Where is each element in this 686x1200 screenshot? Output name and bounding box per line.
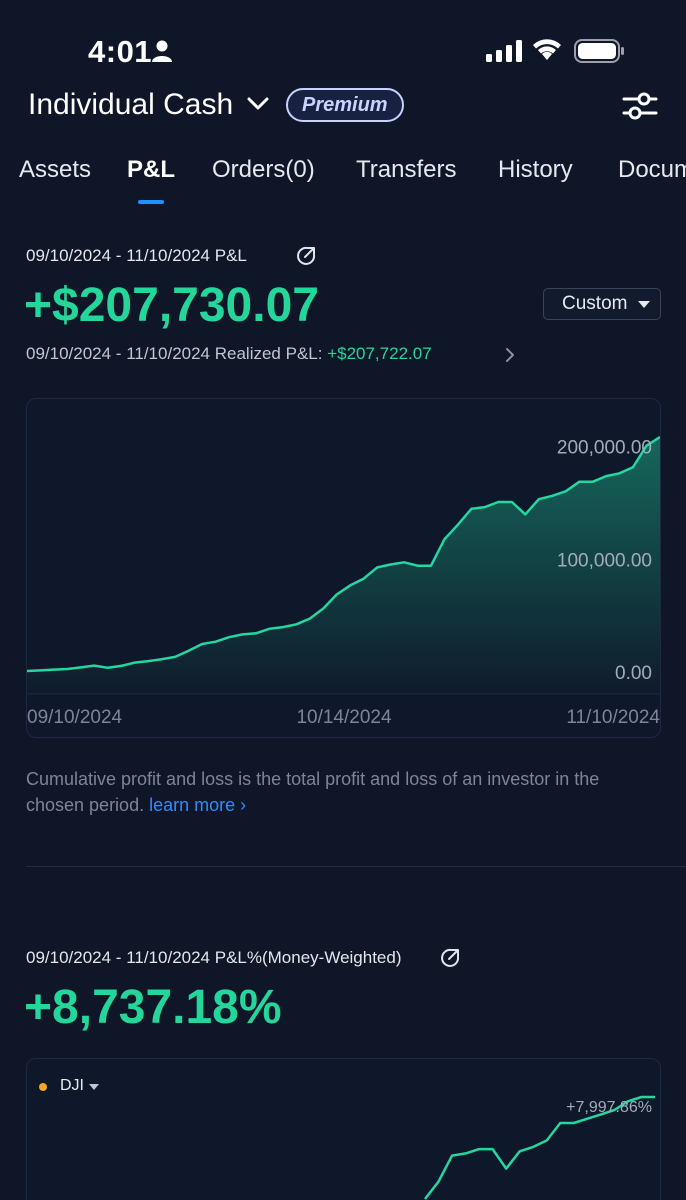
- pnl-total-value: +$207,730.07: [24, 279, 319, 332]
- tab-transfers[interactable]: Transfers: [356, 156, 456, 184]
- filter-settings-icon[interactable]: [622, 90, 658, 122]
- wifi-icon: [533, 39, 561, 60]
- period-dropdown-label: Custom: [562, 293, 628, 314]
- account-header: Individual Cash Premium: [0, 84, 686, 134]
- share-icon[interactable]: [296, 246, 316, 266]
- signal-icon: [486, 40, 522, 62]
- tab-documents[interactable]: Documents: [618, 156, 686, 184]
- pnl-pct-chart[interactable]: DJI +7,997.86%: [26, 1058, 661, 1200]
- caret-down-icon: [638, 301, 650, 308]
- pnl-chart[interactable]: 200,000.00 100,000.00 0.00 09/10/2024 10/14/…: [26, 398, 661, 738]
- realized-pnl-value: +$207,722.07: [327, 344, 432, 363]
- share-icon[interactable]: [440, 948, 460, 968]
- pnl-description: Cumulative profit and loss is the total …: [26, 766, 656, 818]
- pnl-pct-chart-svg: [424, 1095, 655, 1200]
- y-tick-label: 200,000.00: [557, 438, 652, 459]
- pnl-chart-svg: 200,000.00 100,000.00 0.00 09/10/2024 10/14/…: [27, 435, 660, 728]
- realized-pnl-row[interactable]: 09/10/2024 - 11/10/2024 Realized P&L: +$…: [26, 344, 432, 364]
- x-tick-label: 11/10/2024: [566, 707, 660, 728]
- chevron-down-icon[interactable]: [246, 96, 270, 112]
- learn-more-link[interactable]: learn more ›: [149, 795, 246, 815]
- tab-assets[interactable]: Assets: [19, 156, 91, 184]
- tab-pnl[interactable]: P&L: [127, 156, 175, 184]
- person-icon: [152, 40, 172, 62]
- pnl-pct-range-label: 09/10/2024 - 11/10/2024 P&L%(Money-Weigh…: [26, 948, 402, 967]
- y-tick-label: 0.00: [615, 663, 652, 684]
- active-tab-indicator: [138, 200, 164, 204]
- battery-icon: [574, 39, 624, 63]
- tab-bar: Assets P&L Orders(0) Transfers History D…: [0, 150, 686, 210]
- x-tick-label: 10/14/2024: [296, 707, 392, 728]
- pnl-pct-last-label: +7,997.86%: [566, 1099, 652, 1116]
- tab-history[interactable]: History: [498, 156, 573, 184]
- y-tick-label: 100,000.00: [557, 550, 652, 571]
- section-divider: [26, 866, 686, 867]
- account-selector[interactable]: Individual Cash: [28, 88, 233, 122]
- chevron-right-icon[interactable]: [505, 347, 515, 363]
- period-dropdown[interactable]: Custom: [543, 288, 661, 320]
- tab-orders[interactable]: Orders(0): [212, 156, 315, 184]
- status-time: 4:01: [88, 34, 153, 69]
- pnl-pct-value: +8,737.18%: [24, 981, 282, 1034]
- premium-badge[interactable]: Premium: [286, 88, 404, 122]
- pnl-range-label: 09/10/2024 - 11/10/2024 P&L: [26, 246, 247, 265]
- description-text: Cumulative profit and loss is the total …: [26, 769, 600, 815]
- realized-pnl-label: 09/10/2024 - 11/10/2024 Realized P&L:: [26, 344, 328, 363]
- x-tick-label: 09/10/2024: [27, 707, 123, 728]
